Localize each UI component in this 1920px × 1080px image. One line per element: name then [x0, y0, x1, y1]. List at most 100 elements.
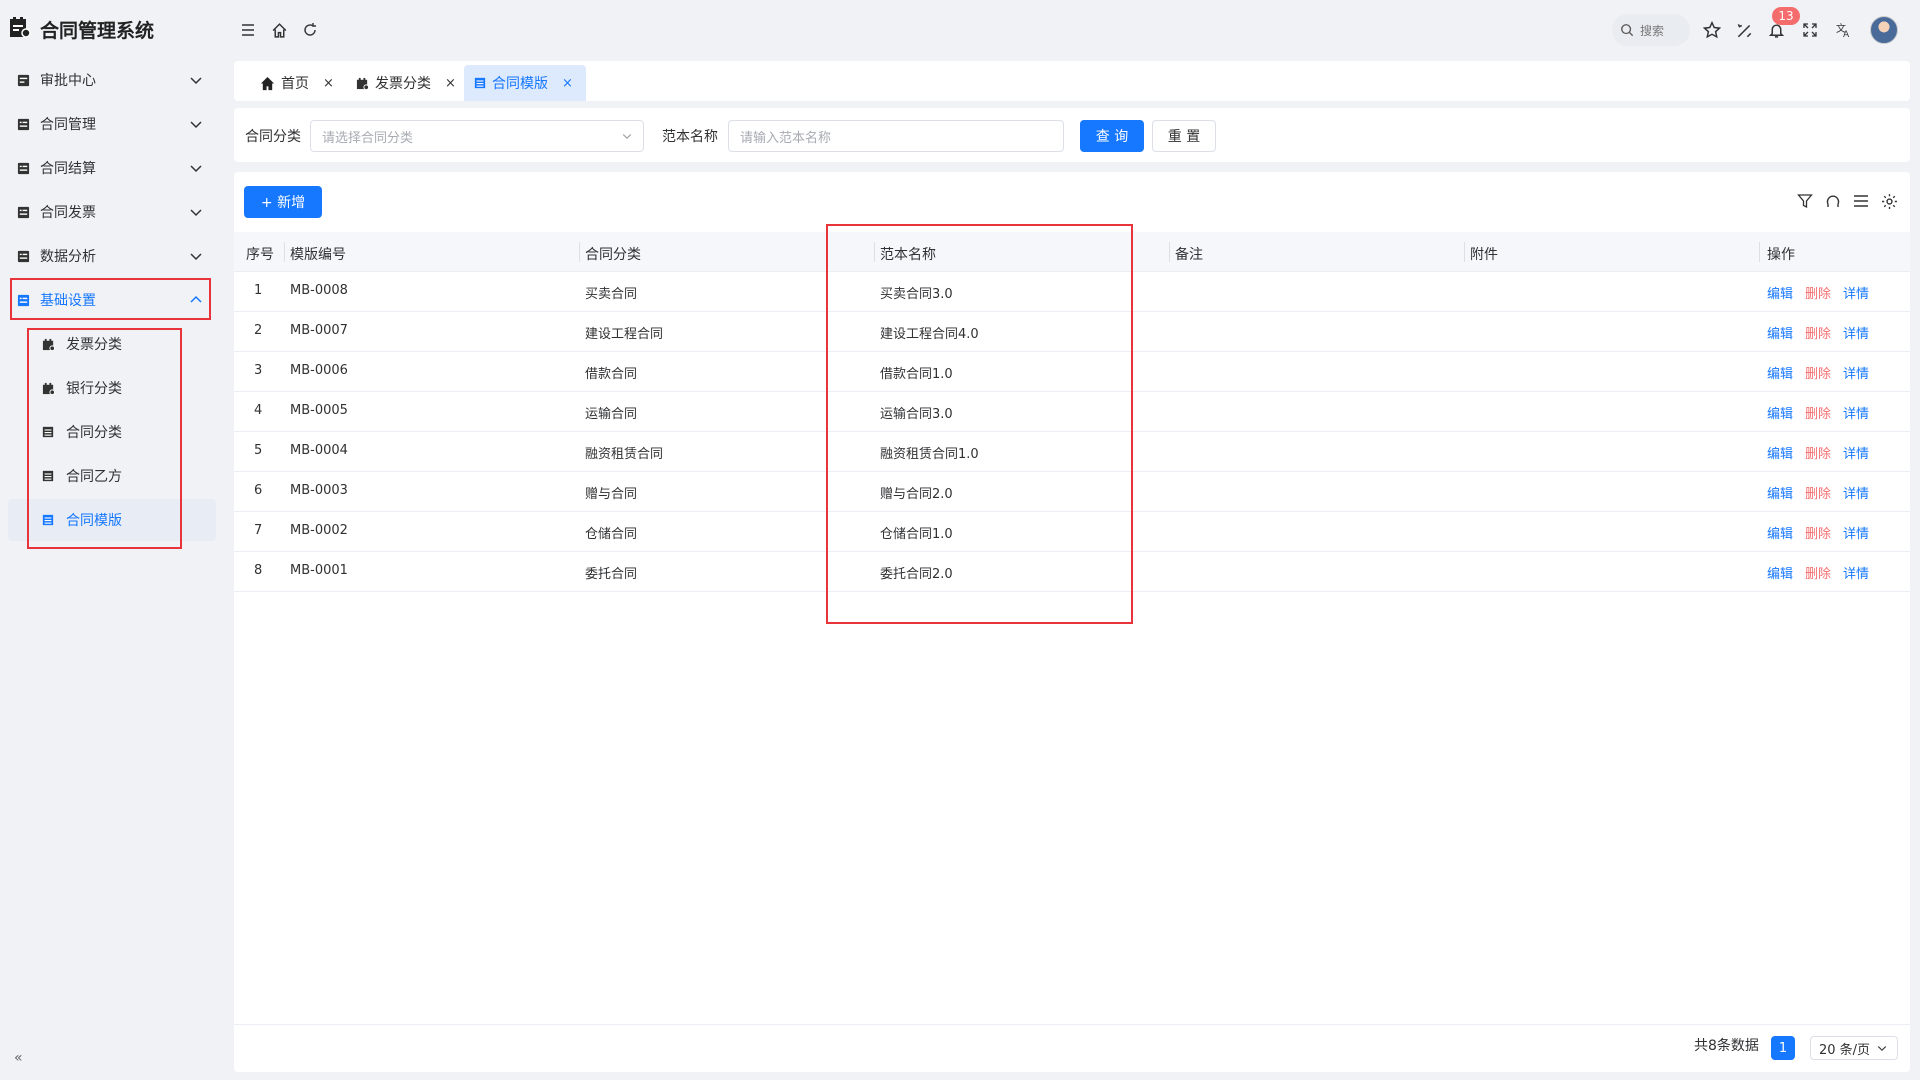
template-name-filter-label: 范本名称: [662, 129, 718, 145]
sidebar-subitem-contract-category[interactable]: 合同分类: [8, 411, 216, 453]
theme-icon[interactable]: [1734, 20, 1754, 40]
cell-template-name: 买卖合同3.0: [880, 287, 953, 302]
collapse-sidebar-button[interactable]: «: [14, 1050, 23, 1066]
bank-category-icon: [42, 381, 56, 395]
tab-label: 发票分类: [375, 76, 431, 92]
delete-button[interactable]: 删除: [1805, 363, 1831, 382]
sidebar-item-label: 合同结算: [40, 161, 96, 177]
sidebar-item-contract-management[interactable]: 合同管理: [8, 104, 212, 144]
chevron-down-icon: [622, 134, 632, 140]
cell-template-name: 借款合同1.0: [880, 367, 953, 382]
menu-fold-icon[interactable]: [238, 20, 258, 40]
sidebar-subitem-bank-category[interactable]: 银行分类: [8, 367, 216, 409]
cell-code: MB-0002: [290, 523, 348, 538]
delete-button[interactable]: 删除: [1805, 483, 1831, 502]
cell-code: MB-0008: [290, 283, 348, 298]
table-row: 7 MB-0002 仓储合同 仓储合同1.0 编辑 删除 详情: [234, 512, 1910, 552]
sidebar-item-basic-settings[interactable]: 基础设置: [8, 280, 212, 320]
search-label: 搜索: [1640, 23, 1665, 38]
sidebar-item-label: 合同管理: [40, 117, 96, 133]
detail-button[interactable]: 详情: [1843, 483, 1869, 502]
edit-button[interactable]: 编辑: [1767, 323, 1793, 342]
detail-button[interactable]: 详情: [1843, 563, 1869, 582]
table-row: 8 MB-0001 委托合同 委托合同2.0 编辑 删除 详情: [234, 552, 1910, 592]
page-size-select[interactable]: 20 条/页: [1810, 1036, 1898, 1060]
cell-template-name: 融资租赁合同1.0: [880, 447, 979, 462]
chevron-up-icon: [190, 295, 202, 303]
sidebar-item-analysis[interactable]: 数据分析: [8, 236, 212, 276]
column-separator: [874, 242, 875, 262]
cell-category: 借款合同: [585, 367, 638, 382]
tab-home[interactable]: 首页 ×: [250, 65, 344, 101]
reset-button[interactable]: 重 置: [1152, 120, 1216, 152]
refresh-icon[interactable]: [1824, 192, 1842, 210]
edit-button[interactable]: 编辑: [1767, 363, 1793, 382]
delete-button[interactable]: 删除: [1805, 403, 1831, 422]
sidebar-subitem-invoice-category[interactable]: 发票分类: [8, 323, 216, 365]
category-select[interactable]: 请选择合同分类: [310, 120, 644, 152]
chevron-down-icon: [190, 77, 202, 85]
delete-button[interactable]: 删除: [1805, 443, 1831, 462]
sidebar-subitem-label: 合同模版: [66, 513, 122, 529]
tab-bar: 首页 × 发票分类 × 合同模版 ×: [234, 61, 1910, 101]
gear-icon[interactable]: [1880, 192, 1898, 210]
edit-button[interactable]: 编辑: [1767, 443, 1793, 462]
close-icon[interactable]: ×: [445, 76, 456, 91]
sidebar-item-invoice[interactable]: 合同发票: [8, 192, 212, 232]
app-logo: 合同管理系统: [8, 12, 154, 46]
fullscreen-icon[interactable]: [1800, 20, 1820, 40]
home-icon[interactable]: [269, 20, 289, 40]
chevron-down-icon: [190, 121, 202, 129]
cell-template-name: 仓储合同1.0: [880, 527, 953, 542]
filter-icon[interactable]: [1796, 192, 1814, 210]
column-separator: [1464, 242, 1465, 262]
sidebar-subitem-label: 发票分类: [66, 337, 122, 353]
page-number-button[interactable]: 1: [1771, 1036, 1795, 1060]
cell-index: 6: [254, 483, 263, 498]
column-list-icon[interactable]: [1852, 192, 1870, 210]
edit-button[interactable]: 编辑: [1767, 483, 1793, 502]
column-header-attachment: 附件: [1470, 247, 1498, 263]
edit-button[interactable]: 编辑: [1767, 283, 1793, 302]
delete-button[interactable]: 删除: [1805, 323, 1831, 342]
cell-category: 融资租赁合同: [585, 447, 664, 462]
detail-button[interactable]: 详情: [1843, 523, 1869, 542]
sidebar-subitem-label: 合同乙方: [66, 469, 122, 485]
tab-invoice-category[interactable]: 发票分类 ×: [346, 65, 466, 101]
avatar[interactable]: [1870, 16, 1898, 44]
delete-button[interactable]: 删除: [1805, 563, 1831, 582]
edit-button[interactable]: 编辑: [1767, 403, 1793, 422]
star-icon[interactable]: [1702, 20, 1722, 40]
category-select-placeholder: 请选择合同分类: [322, 130, 414, 146]
sidebar-subitem-contract-party[interactable]: 合同乙方: [8, 455, 216, 497]
query-button[interactable]: 查 询: [1080, 120, 1144, 152]
close-icon[interactable]: ×: [323, 76, 334, 91]
delete-button[interactable]: 删除: [1805, 523, 1831, 542]
sidebar-subitem-label: 银行分类: [66, 381, 122, 397]
cell-code: MB-0007: [290, 323, 348, 338]
invoice-category-icon: [356, 77, 369, 90]
table-header: 序号 模版编号 合同分类 范本名称 备注 附件 操作: [234, 232, 1910, 272]
sidebar-subitem-contract-template[interactable]: 合同模版: [8, 499, 216, 541]
global-search[interactable]: 搜索: [1612, 14, 1690, 46]
sidebar-item-settlement[interactable]: 合同结算: [8, 148, 212, 188]
detail-button[interactable]: 详情: [1843, 363, 1869, 382]
tab-contract-template[interactable]: 合同模版 ×: [464, 65, 586, 101]
column-separator: [579, 242, 580, 262]
cell-index: 3: [254, 363, 263, 378]
refresh-icon[interactable]: [300, 20, 320, 40]
detail-button[interactable]: 详情: [1843, 443, 1869, 462]
detail-button[interactable]: 详情: [1843, 283, 1869, 302]
detail-button[interactable]: 详情: [1843, 323, 1869, 342]
sidebar-item-label: 审批中心: [40, 73, 96, 89]
add-button[interactable]: + 新增: [244, 186, 322, 218]
template-name-placeholder: 请输入范本名称: [740, 130, 832, 146]
detail-button[interactable]: 详情: [1843, 403, 1869, 422]
edit-button[interactable]: 编辑: [1767, 563, 1793, 582]
delete-button[interactable]: 删除: [1805, 283, 1831, 302]
translate-icon[interactable]: 文A: [1834, 20, 1854, 40]
edit-button[interactable]: 编辑: [1767, 523, 1793, 542]
sidebar-item-approval[interactable]: 审批中心: [8, 60, 212, 100]
template-name-input[interactable]: 请输入范本名称: [728, 120, 1064, 152]
close-icon[interactable]: ×: [562, 76, 573, 91]
